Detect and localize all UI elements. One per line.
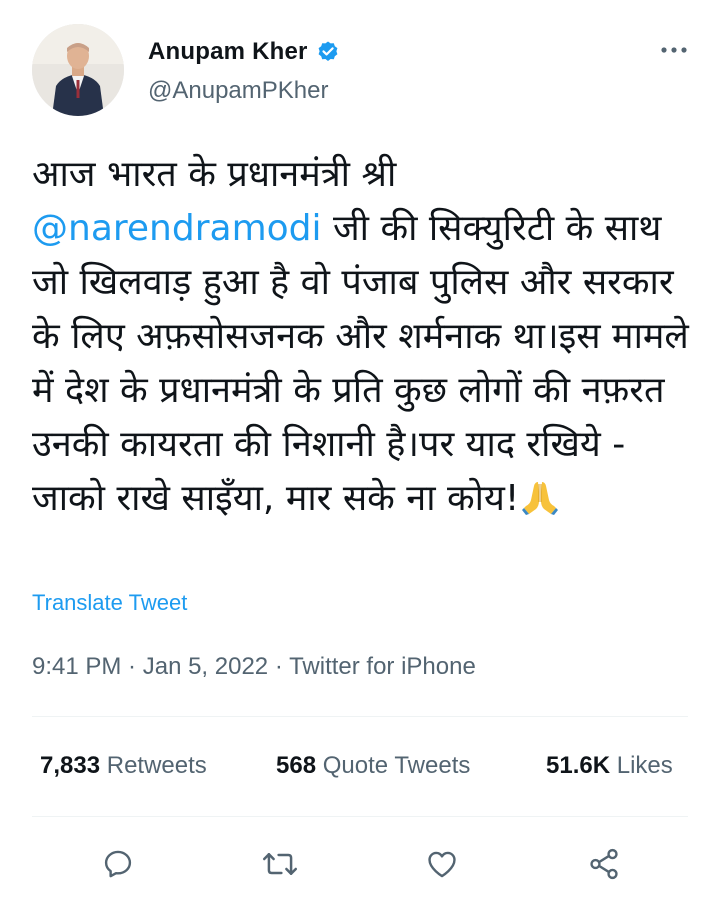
tweet-text-part: आज भारत के प्रधानमंत्री श्री [32,154,397,195]
tweet-time[interactable]: 9:41 PM [32,653,121,680]
reply-button[interactable] [94,840,142,888]
divider [32,716,688,717]
translate-tweet-link[interactable]: Translate Tweet [32,590,187,616]
retweets-stat[interactable]: 7,833 Retweets [40,752,207,780]
retweet-button[interactable] [256,840,304,888]
verified-badge-icon [316,40,340,64]
display-name[interactable]: Anupam Kher [148,38,308,66]
tweet-meta: 9:41 PM · Jan 5, 2022 · Twitter for iPho… [32,653,476,681]
share-button[interactable] [580,840,628,888]
tweet-text-part: जी की सिक्युरिटी के साथ जो खिलवाड़ हुआ ह… [32,208,689,519]
quote-tweets-count: 568 [276,752,317,779]
like-button[interactable] [418,840,466,888]
retweets-label: Retweets [106,752,207,779]
likes-count: 51.6K [546,752,611,779]
folded-hands-icon [521,478,559,532]
like-icon [428,851,456,878]
tweet-actions [0,840,720,888]
retweet-icon [262,853,298,875]
tweet-date[interactable]: Jan 5, 2022 [143,653,268,680]
more-options-button[interactable] [656,38,692,62]
tweet-header: Anupam Kher @AnupamPKher [32,24,692,120]
avatar[interactable] [32,24,124,116]
retweets-count: 7,833 [40,752,101,779]
likes-stat[interactable]: 51.6K Likes [546,752,673,780]
quote-tweets-stat[interactable]: 568 Quote Tweets [276,752,470,780]
name-row: Anupam Kher [148,38,340,66]
more-dots-icon [661,47,687,53]
meta-separator: · [268,653,290,680]
user-handle[interactable]: @AnupamPKher [148,77,328,105]
reply-icon [104,850,132,878]
mention-link[interactable]: @narendramodi [32,208,322,249]
avatar-photo [32,24,124,116]
meta-separator: · [121,653,143,680]
likes-label: Likes [616,752,673,779]
quote-tweets-label: Quote Tweets [322,752,471,779]
tweet-source[interactable]: Twitter for iPhone [289,653,476,680]
share-icon [590,848,618,880]
tweet-text: आज भारत के प्रधानमंत्री श्री @narendramo… [32,148,692,532]
divider [32,816,688,817]
